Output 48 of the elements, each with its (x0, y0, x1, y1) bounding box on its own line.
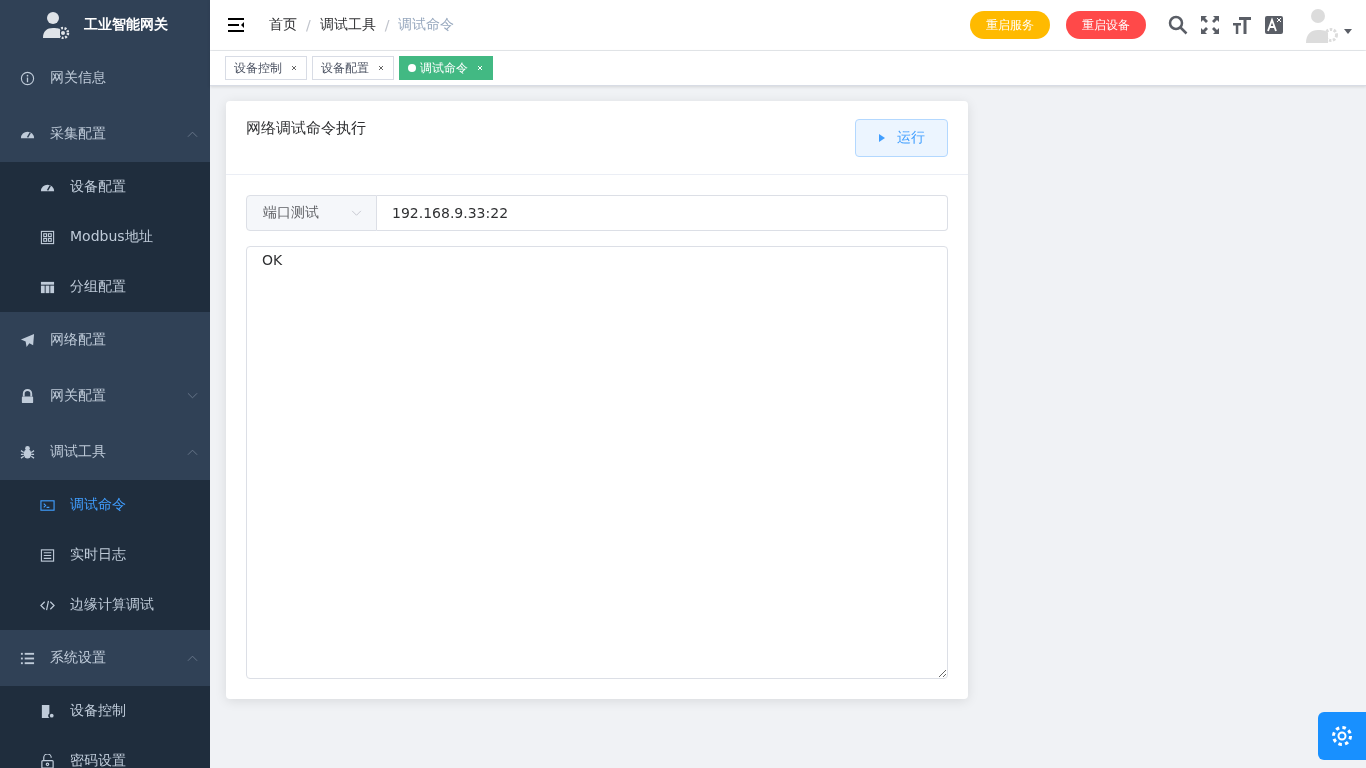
submenu-item[interactable]: 边缘计算调试 (0, 580, 210, 630)
submenu-item[interactable]: 分组配置 (0, 262, 210, 312)
file-icon (40, 703, 55, 719)
address-input[interactable]: 192.168.9.33:22 (377, 195, 948, 231)
terminal-icon (40, 497, 55, 513)
translate-icon[interactable] (1264, 15, 1284, 35)
plane-icon (20, 332, 35, 348)
unlock-icon (40, 753, 55, 768)
submenu-item[interactable]: 实时日志 (0, 530, 210, 580)
play-icon (878, 134, 885, 142)
chevron-up-icon (187, 654, 198, 662)
card-title: 网络调试命令执行 (246, 119, 366, 138)
fullscreen-icon[interactable] (1200, 15, 1220, 35)
active-dot-icon (408, 64, 416, 72)
menu-icon[interactable] (227, 17, 245, 33)
settings-icon (1330, 724, 1354, 748)
chevron-up-icon (187, 130, 198, 138)
breadcrumb-link[interactable]: 调试工具 (319, 16, 376, 34)
grid-icon (40, 229, 55, 245)
page-tab[interactable]: 设备控制 (225, 56, 307, 80)
submenu-item[interactable]: 设备控制 (0, 686, 210, 736)
output-textarea[interactable]: OK (246, 246, 948, 679)
lock-icon (20, 388, 35, 404)
breadcrumb-separator: / (306, 17, 311, 33)
breadcrumb-separator: / (384, 17, 390, 33)
table-icon (40, 279, 55, 295)
search-icon[interactable] (1168, 15, 1188, 35)
doc-icon (40, 547, 55, 563)
caret-icon[interactable] (1344, 28, 1352, 34)
text-size-icon[interactable] (1232, 15, 1252, 35)
submenu-item[interactable]: Modbus地址 (0, 212, 210, 262)
submenu-item[interactable]: 设备配置 (0, 162, 210, 212)
bug-icon (20, 444, 35, 460)
breadcrumb-link[interactable]: 首页 (269, 16, 297, 34)
close-icon[interactable] (290, 64, 298, 72)
user-gear-icon (42, 11, 70, 39)
close-icon[interactable] (377, 64, 385, 72)
command-type-dropdown[interactable]: 端口测试 (246, 195, 377, 231)
submenu-item[interactable]: 调试命令 (0, 480, 210, 530)
chevron-down-icon (187, 392, 198, 400)
chevron-up-icon (187, 448, 198, 456)
settings-button[interactable] (1318, 712, 1366, 760)
list-icon (20, 650, 35, 666)
page-tab[interactable]: 设备配置 (312, 56, 394, 80)
submenu-item[interactable]: 密码设置 (0, 736, 210, 768)
chevron-down-icon (351, 209, 362, 217)
info-icon (20, 70, 35, 86)
app-title: 工业智能网关 (84, 16, 168, 34)
